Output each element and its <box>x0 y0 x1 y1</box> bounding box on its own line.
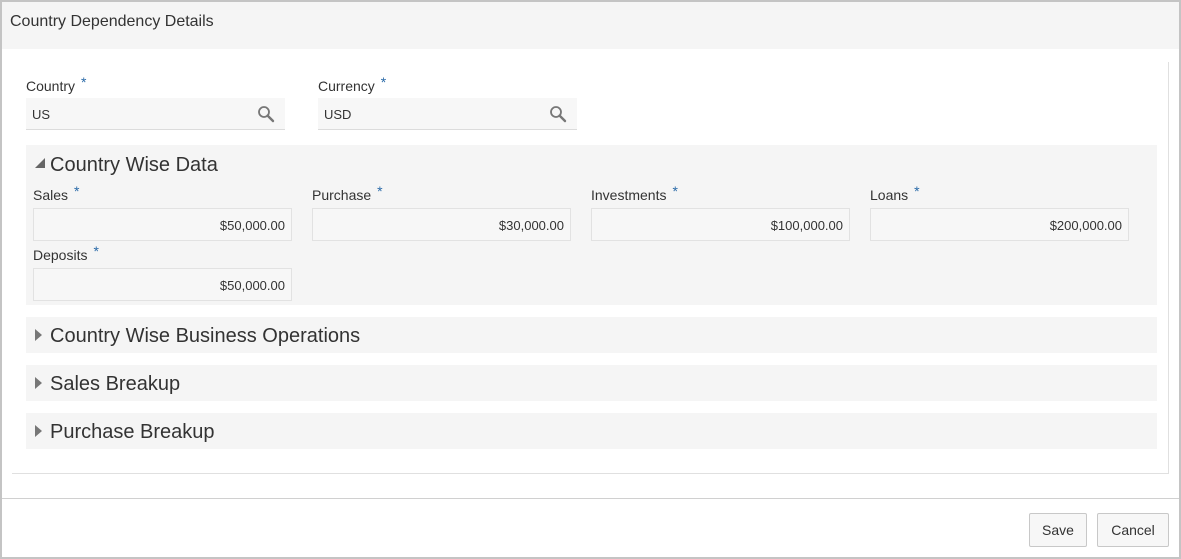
investments-value: $100,000.00 <box>770 218 843 233</box>
purchase-label-text: Purchase <box>312 187 372 203</box>
triangle-right-icon <box>35 425 42 437</box>
country-label-text: Country <box>26 78 76 94</box>
country-value: US <box>32 107 51 122</box>
search-icon[interactable] <box>257 105 275 123</box>
dialog-title: Country Dependency Details <box>10 13 214 30</box>
save-button[interactable]: Save <box>1029 513 1087 547</box>
loans-value: $200,000.00 <box>1049 218 1122 233</box>
sales-amount-input[interactable]: $50,000.00 <box>33 208 292 241</box>
purchase-label: Purchase * <box>312 183 383 203</box>
required-asterisk: * <box>74 183 80 199</box>
triangle-right-icon <box>35 329 42 341</box>
search-icon[interactable] <box>549 105 567 123</box>
required-asterisk: * <box>380 74 387 90</box>
required-asterisk: * <box>672 183 678 199</box>
purchase-amount-input[interactable]: $30,000.00 <box>312 208 571 241</box>
currency-label: Currency * <box>318 74 386 94</box>
loans-amount-input[interactable]: $200,000.00 <box>870 208 1129 241</box>
section-purchase-breakup[interactable]: Purchase Breakup <box>26 413 1157 449</box>
triangle-right-icon <box>35 377 42 389</box>
investments-amount-input[interactable]: $100,000.00 <box>591 208 850 241</box>
investments-label-text: Investments <box>591 187 667 203</box>
currency-label-text: Currency <box>318 78 375 94</box>
purchase-value: $30,000.00 <box>498 218 564 233</box>
section-title: Sales Breakup <box>50 373 181 395</box>
sales-label-text: Sales <box>33 187 69 203</box>
required-asterisk: * <box>377 183 383 199</box>
section-title: Country Wise Data <box>50 154 218 176</box>
deposits-label-text: Deposits <box>33 247 88 263</box>
required-asterisk: * <box>914 183 920 199</box>
required-asterisk: * <box>93 243 99 259</box>
country-dependency-dialog: Country Dependency Details Country * US C… <box>0 0 1181 559</box>
section-country-wise-data: Country Wise Data Sales * $50,000.00 Purc… <box>26 145 1157 305</box>
loans-label: Loans * <box>870 183 920 203</box>
deposits-amount-input[interactable]: $50,000.00 <box>33 268 292 301</box>
section-header-country-wise-data[interactable]: Country Wise Data <box>26 145 326 181</box>
loans-label-text: Loans <box>870 187 909 203</box>
currency-lookup-field[interactable]: USD <box>318 98 577 130</box>
cancel-button[interactable]: Cancel <box>1097 513 1169 547</box>
sales-label: Sales * <box>33 183 79 203</box>
footer-divider <box>2 498 1179 499</box>
country-label: Country * <box>26 74 86 94</box>
currency-value: USD <box>324 107 352 122</box>
section-title: Country Wise Business Operations <box>50 325 361 347</box>
deposits-label: Deposits * <box>33 243 99 263</box>
dialog-header: Country Dependency Details <box>2 2 1179 49</box>
investments-label: Investments * <box>591 183 678 203</box>
section-title: Purchase Breakup <box>50 421 215 443</box>
country-lookup-field[interactable]: US <box>26 98 285 130</box>
sales-value: $50,000.00 <box>219 218 285 233</box>
triangle-down-icon <box>35 158 45 168</box>
deposits-value: $50,000.00 <box>219 278 285 293</box>
required-asterisk: * <box>81 74 87 90</box>
section-sales-breakup[interactable]: Sales Breakup <box>26 365 1157 401</box>
section-country-wise-business-operations[interactable]: Country Wise Business Operations <box>26 317 1157 353</box>
